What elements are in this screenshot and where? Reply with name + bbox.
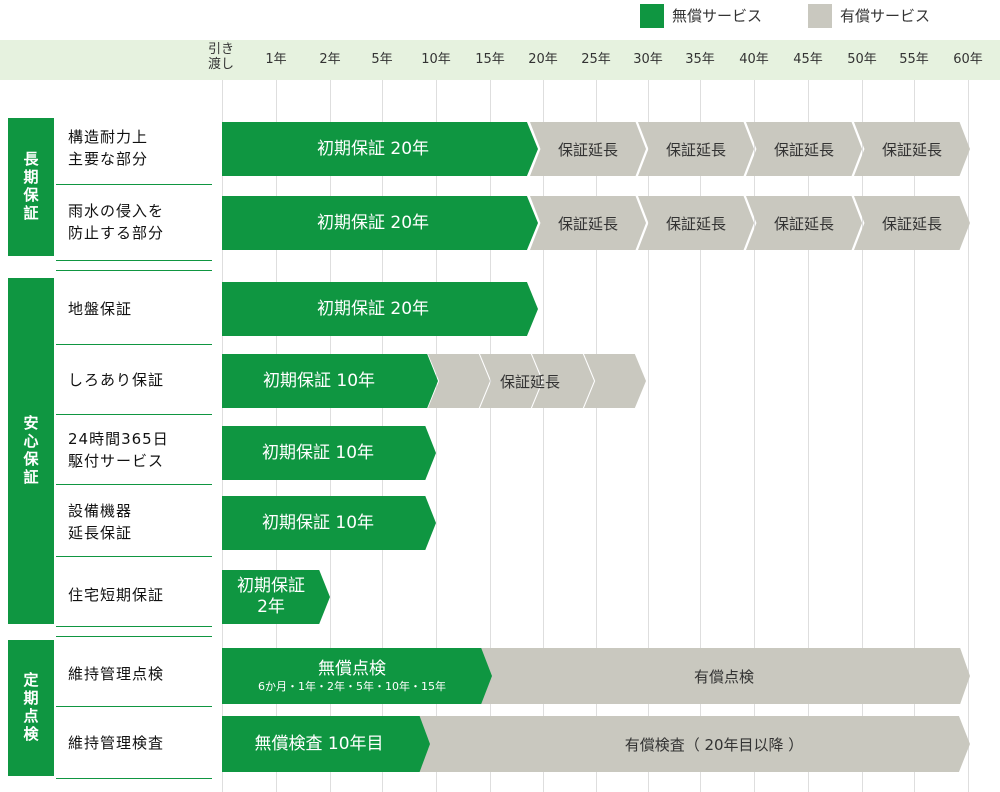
row-label-short-term: 住宅短期保証 [68,586,165,604]
tick-20: 20年 [528,52,558,67]
row-divider [56,706,212,707]
rainwater-extension-bar-2: 保証延長 [638,196,754,250]
free-inspection-bar: 無償点検 6か月・1年・2年・5年・10年・15年 [222,648,492,704]
row-divider [56,414,212,415]
row-label-termite: しろあり保証 [68,371,165,389]
row-label-24h-support-line2: 駆付サービス [68,452,165,470]
paid-service-swatch [808,4,832,28]
row-label-equipment: 設備機器 延長保証 [68,500,132,544]
rainwater-extension-bar-3: 保証延長 [746,196,862,250]
group-peace-of-mind-warranty-label: 安心保証 [21,415,40,487]
row-divider [56,484,212,485]
row-label-maintenance-check: 維持管理検査 [68,734,165,752]
tick-60: 60年 [953,52,983,67]
row-label-structural-line1: 構造耐力上 [68,128,149,146]
equipment-initial-warranty-bar: 初期保証 10年 [222,496,436,550]
group-long-term-warranty-label: 長期保証 [21,151,40,223]
structural-extension-label-3: 保証延長 [773,140,834,159]
ground-initial-warranty-bar: 初期保証 20年 [222,282,538,336]
paid-inspection-label: 有償点検 [693,667,754,686]
tick-55: 55年 [899,52,929,67]
row-divider [56,556,212,557]
group-periodic-inspection-label: 定期点検 [21,672,40,744]
rainwater-initial-warranty-bar: 初期保証 20年 [222,196,538,250]
termite-initial-warranty-bar: 初期保証 10年 [222,354,438,408]
row-label-rainwater: 雨水の侵入を 防止する部分 [68,200,164,244]
free-service-swatch [640,4,664,28]
rainwater-extension-label-1: 保証延長 [557,214,618,233]
handover-label-line2: 渡し [208,57,235,72]
termite-extension-label: 保証延長 [499,372,560,391]
gridline-60 [968,80,969,792]
structural-extension-bar-4: 保証延長 [854,122,970,176]
row-divider [56,184,212,185]
tick-1: 1年 [265,52,287,67]
row-label-24h-support-line1: 24時間365日 [68,430,169,448]
termite-extension-label-box: 保証延長 [480,354,580,408]
free-check-bar: 無償検査 10年目 [222,716,430,772]
row-label-equipment-line1: 設備機器 [68,502,133,520]
support-initial-warranty-label: 初期保証 10年 [261,443,375,463]
row-label-maintenance-inspection: 維持管理点検 [68,665,165,683]
row-label-rainwater-line1: 雨水の侵入を [68,202,165,220]
row-label-structural: 構造耐力上 主要な部分 [68,126,148,170]
group-long-term-warranty: 長期保証 [8,118,54,256]
tick-5: 5年 [371,52,393,67]
structural-extension-bar-2: 保証延長 [638,122,754,176]
support-initial-warranty-bar: 初期保証 10年 [222,426,436,480]
tick-50: 50年 [847,52,877,67]
row-divider [56,270,212,271]
structural-initial-warranty-label: 初期保証 20年 [316,139,430,159]
termite-initial-warranty-label: 初期保証 10年 [262,371,376,391]
rainwater-extension-label-3: 保証延長 [773,214,834,233]
row-label-equipment-line2: 延長保証 [68,524,133,542]
rainwater-extension-label-2: 保証延長 [665,214,726,233]
free-check-label: 無償検査 10年目 [254,734,384,754]
structural-extension-bar-1: 保証延長 [530,122,646,176]
row-divider [56,636,212,637]
structural-extension-bar-3: 保証延長 [746,122,862,176]
row-label-rainwater-line2: 防止する部分 [68,224,165,242]
tick-15: 15年 [475,52,505,67]
rainwater-initial-warranty-label: 初期保証 20年 [316,213,430,233]
row-divider [56,260,212,261]
paid-check-label: 有償検査（ 20年目以降 ） [624,735,804,754]
paid-check-bar: 有償検査（ 20年目以降 ） [418,716,970,772]
tick-35: 35年 [685,52,715,67]
paid-service-legend-label: 有償サービス [840,7,931,25]
row-divider [56,778,212,779]
tick-2: 2年 [319,52,341,67]
row-label-ground: 地盤保証 [68,300,133,318]
ground-initial-warranty-label: 初期保証 20年 [316,299,430,319]
structural-extension-label-4: 保証延長 [881,140,942,159]
tick-30: 30年 [633,52,663,67]
short-term-warranty-bar: 初期保証 2年 [222,570,330,624]
paid-inspection-bar: 有償点検 [478,648,970,704]
tick-40: 40年 [739,52,769,67]
tick-45: 45年 [793,52,823,67]
rainwater-extension-label-4: 保証延長 [881,214,942,233]
group-periodic-inspection: 定期点検 [8,640,54,776]
rainwater-extension-bar-4: 保証延長 [854,196,970,250]
free-service-legend-label: 無償サービス [672,7,763,25]
row-divider [56,626,212,627]
tick-10: 10年 [421,52,451,67]
structural-initial-warranty-bar: 初期保証 20年 [222,122,538,176]
group-peace-of-mind-warranty: 安心保証 [8,278,54,624]
rainwater-extension-bar-1: 保証延長 [530,196,646,250]
tick-25: 25年 [581,52,611,67]
handover-label-line1: 引き [208,42,235,57]
row-divider [56,344,212,345]
structural-extension-label-1: 保証延長 [557,140,618,159]
free-inspection-schedule: 6か月・1年・2年・5年・10年・15年 [258,680,446,693]
free-inspection-label: 無償点検 [318,659,386,679]
short-term-warranty-label-line1: 初期保証 [237,576,305,596]
row-label-structural-line2: 主要な部分 [68,150,149,168]
row-label-24h-support: 24時間365日 駆付サービス [68,428,169,472]
handover-label: 引き 渡し [208,42,234,72]
short-term-warranty-label-line2: 2年 [257,597,285,617]
structural-extension-label-2: 保証延長 [665,140,726,159]
equipment-initial-warranty-label: 初期保証 10年 [261,513,375,533]
